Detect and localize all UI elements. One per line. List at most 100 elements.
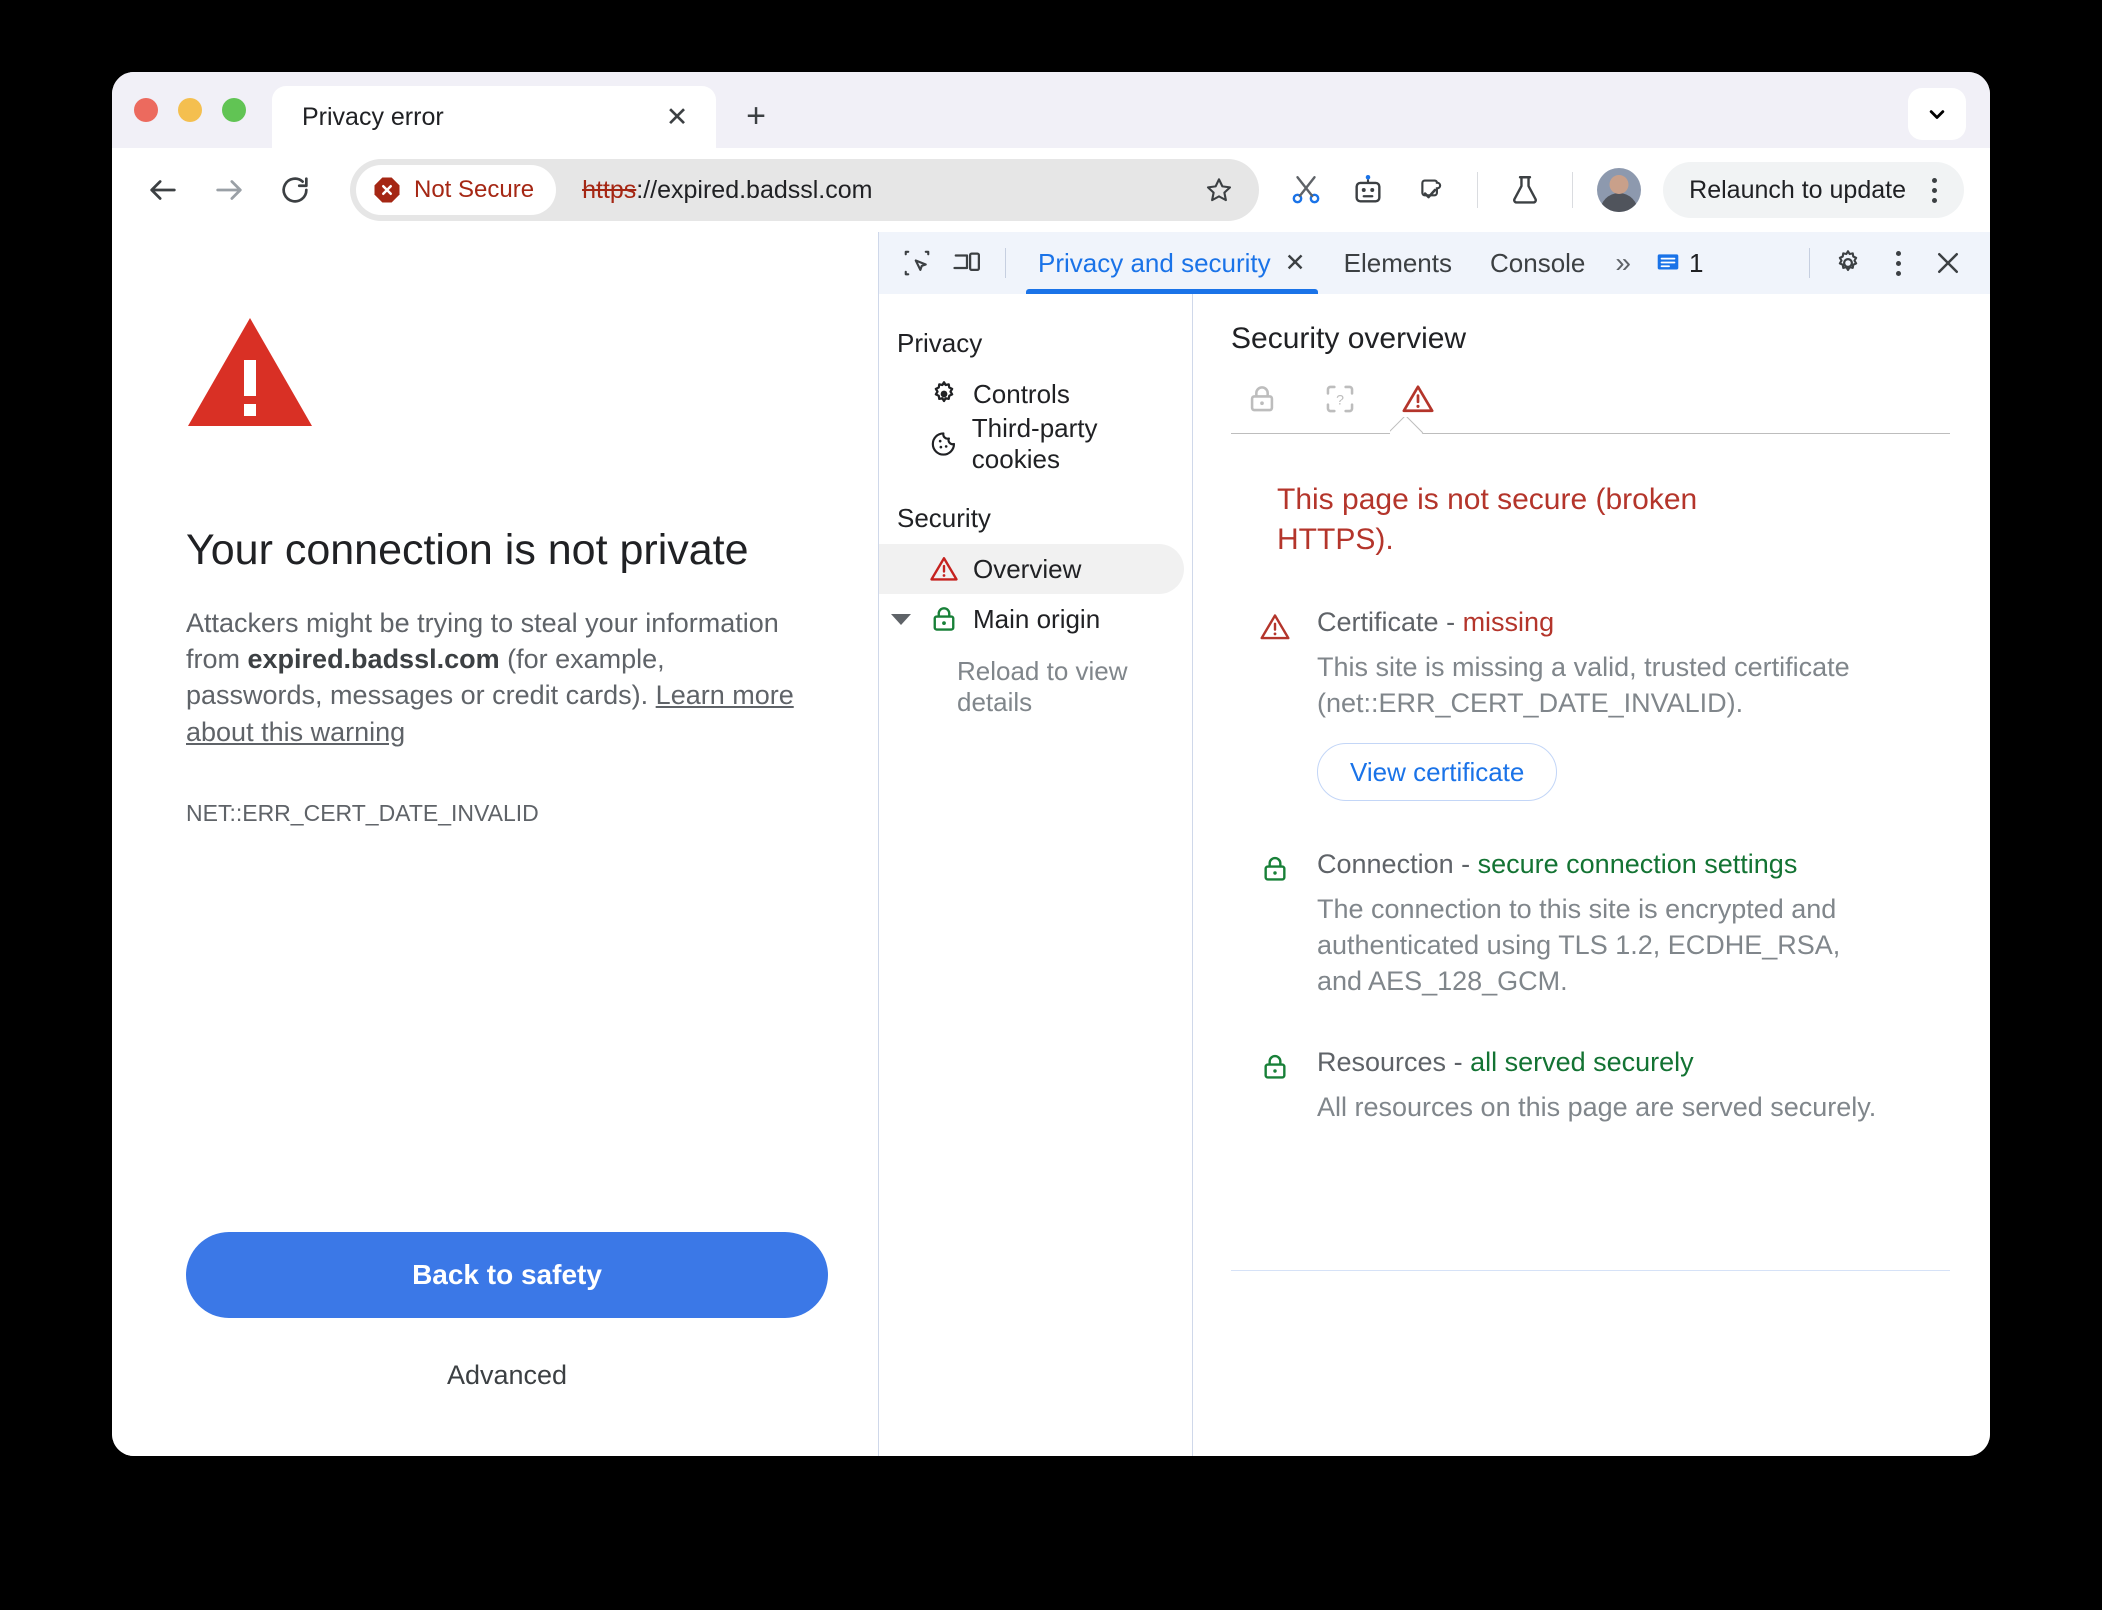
- inspect-element-icon: [904, 250, 930, 276]
- inspect-element-button[interactable]: [893, 241, 941, 285]
- more-tabs-button[interactable]: »: [1605, 247, 1641, 279]
- sidebar-group-privacy-header: Privacy: [897, 328, 983, 358]
- sidebar-item-main-origin[interactable]: Main origin: [879, 594, 1184, 644]
- site-security-badge[interactable]: Not Secure: [356, 165, 557, 215]
- view-certificate-button[interactable]: View certificate: [1317, 743, 1558, 802]
- url-scheme: https: [582, 175, 637, 204]
- svg-text:?: ?: [1336, 393, 1344, 409]
- close-icon: [1938, 253, 1958, 273]
- section-separator: -: [1446, 607, 1463, 638]
- minimize-window-button[interactable]: [178, 98, 202, 122]
- devtools-main: Privacy Controls Third-party cookies Sec…: [879, 294, 1990, 1456]
- devtools-close-button[interactable]: [1924, 241, 1972, 285]
- forward-button[interactable]: [200, 161, 258, 219]
- maximize-window-button[interactable]: [222, 98, 246, 122]
- sidebar-item-label: Overview: [973, 553, 1082, 584]
- flask-icon: [1513, 176, 1538, 204]
- kebab-menu-icon: [1876, 239, 1920, 287]
- profile-avatar[interactable]: [1597, 168, 1642, 212]
- devtools-more-options-button[interactable]: [1874, 241, 1922, 285]
- url-host: ://expired.badssl.com: [636, 175, 873, 204]
- section-label: Connection: [1317, 849, 1454, 880]
- extensions-button[interactable]: [1403, 163, 1457, 217]
- section-body: Certificate - missing This site is missi…: [1317, 607, 1950, 802]
- sidebar-item-overview[interactable]: Overview: [879, 544, 1184, 594]
- unknown-state-icon[interactable]: ?: [1323, 382, 1357, 416]
- overview-divider: [1231, 433, 1950, 434]
- green-lock-icon: [1259, 849, 1291, 999]
- back-button[interactable]: [134, 161, 192, 219]
- puzzle-icon: [1421, 179, 1442, 199]
- gear-icon: [1838, 250, 1858, 272]
- back-to-safety-button[interactable]: Back to safety: [186, 1232, 828, 1318]
- section-body: Resources - all served securely All reso…: [1317, 1047, 1950, 1126]
- relaunch-label: Relaunch to update: [1689, 175, 1906, 204]
- overview-summary: This page is not secure (broken HTTPS).: [1277, 483, 1698, 556]
- tab-title: Privacy error: [302, 102, 444, 131]
- section-description: All resources on this page are served se…: [1317, 1092, 1877, 1123]
- device-toolbar-icon: [953, 252, 980, 271]
- browser-tab[interactable]: Privacy error ✕: [272, 86, 716, 148]
- section-value[interactable]: secure connection settings: [1478, 849, 1798, 879]
- close-panel-icon[interactable]: ✕: [1285, 248, 1306, 278]
- section-title: Connection - secure connection settings: [1317, 849, 1950, 880]
- lock-icon[interactable]: [1245, 382, 1279, 416]
- sidebar-item-third-party-cookies[interactable]: Third-party cookies: [879, 413, 1184, 474]
- gear-icon: [934, 381, 954, 403]
- section-label: Resources: [1317, 1047, 1447, 1078]
- window-body: Your connection is not private Attackers…: [112, 232, 1990, 1456]
- browser-window: Privacy error ✕ + Not Secure https://exp…: [112, 72, 1990, 1456]
- sidebar-item-controls[interactable]: Controls: [879, 369, 1184, 419]
- section-body: Connection - secure connection settings …: [1317, 849, 1950, 999]
- overview-section-resources: Resources - all served securely All reso…: [1259, 1047, 1950, 1126]
- devtools-sidebar: Privacy Controls Third-party cookies Sec…: [879, 294, 1193, 1456]
- tab-privacy-and-security[interactable]: Privacy and security ✕: [1020, 232, 1324, 294]
- device-toolbar-button[interactable]: [943, 241, 991, 285]
- overview-section-connection: Connection - secure connection settings …: [1259, 849, 1950, 999]
- devtools-settings-button[interactable]: [1824, 241, 1872, 285]
- tab-console[interactable]: Console: [1472, 232, 1603, 294]
- devtools-toolbar-right: [1797, 241, 1972, 285]
- experiments-button[interactable]: [1498, 163, 1552, 217]
- section-description: This site is missing a valid, trusted ce…: [1317, 652, 1850, 718]
- advanced-link[interactable]: Advanced: [186, 1360, 828, 1391]
- new-tab-button[interactable]: +: [728, 88, 784, 144]
- url-text: https://expired.badssl.com: [556, 176, 1193, 205]
- section-separator: -: [1453, 1047, 1471, 1078]
- section-value: missing: [1462, 607, 1555, 638]
- message-count-badge[interactable]: 1: [1643, 248, 1715, 279]
- assistant-button[interactable]: [1341, 163, 1395, 217]
- section-description: The connection to this site is encrypted…: [1317, 894, 1841, 996]
- warning-triangle-icon: [930, 557, 958, 581]
- browser-menu-button[interactable]: [1912, 166, 1956, 214]
- bookmark-button[interactable]: [1193, 164, 1245, 216]
- active-state-caret: [1390, 417, 1424, 434]
- relaunch-to-update-button[interactable]: Relaunch to update: [1663, 162, 1964, 218]
- sidebar-item-label: Main origin: [973, 603, 1101, 634]
- screenshot-tool-button[interactable]: [1279, 163, 1333, 217]
- tab-label: Elements: [1343, 247, 1452, 278]
- warning-triangle-icon[interactable]: [1401, 382, 1435, 416]
- scissors-icon: [1292, 176, 1320, 204]
- window-controls: [134, 98, 272, 148]
- star-icon: [1207, 178, 1232, 202]
- collapse-toggle-icon[interactable]: [891, 613, 911, 625]
- message-icon: [1657, 254, 1679, 270]
- green-lock-icon: [1259, 1047, 1291, 1126]
- tab-search-button[interactable]: [1908, 88, 1966, 140]
- overview-bottom-divider: [1231, 1270, 1950, 1456]
- tab-elements[interactable]: Elements: [1326, 232, 1470, 294]
- address-bar[interactable]: Not Secure https://expired.badssl.com: [350, 159, 1260, 221]
- devtools-toolbar-divider: [1005, 248, 1006, 278]
- toolbar-divider: [1477, 172, 1479, 208]
- reload-button[interactable]: [266, 161, 324, 219]
- close-tab-button[interactable]: ✕: [660, 100, 694, 134]
- browser-toolbar: Not Secure https://expired.badssl.com Re…: [112, 148, 1990, 232]
- cookie-icon: [931, 432, 956, 456]
- tab-label: Privacy and security: [1038, 247, 1271, 278]
- chevron-down-icon: [1929, 110, 1945, 119]
- close-window-button[interactable]: [134, 98, 158, 122]
- overview-title: Security overview: [1231, 322, 1467, 355]
- sidebar-reload-note: Reload to view details: [957, 656, 1128, 717]
- devtools-panel: Privacy and security ✕ Elements Console …: [878, 232, 1990, 1456]
